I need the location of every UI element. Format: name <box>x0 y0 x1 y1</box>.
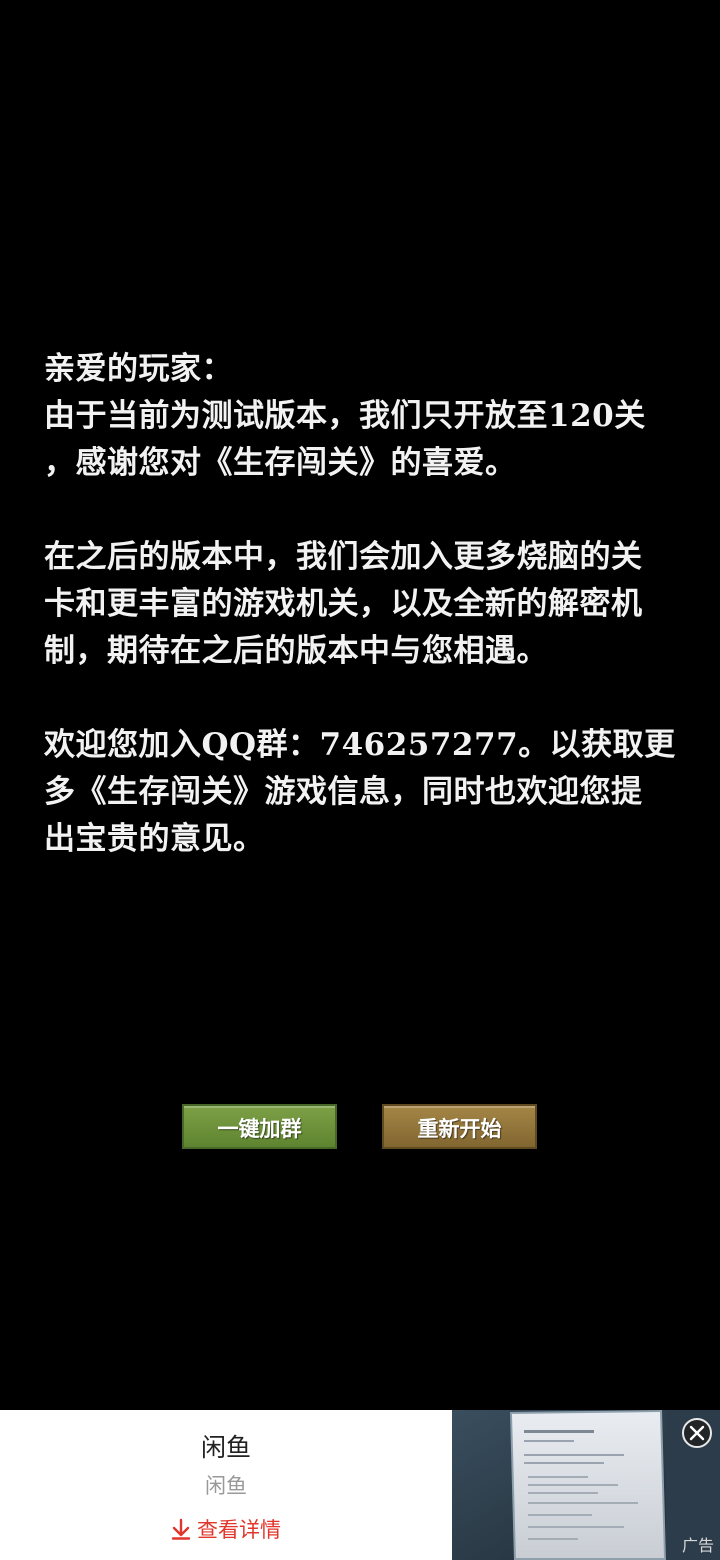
greeting: 亲爱的玩家： <box>44 351 233 387</box>
paragraph-qq-group: 欢迎您加入QQ群：746257277。以获取更 多《生存闯关》游戏信息，同时也欢… <box>44 722 684 863</box>
ad-subtitle: 闲鱼 <box>205 1474 247 1498</box>
ad-photo <box>452 1410 720 1560</box>
text-line: 制，期待在之后的版本中与您相遇。 <box>44 633 548 669</box>
game-screen: 亲爱的玩家： 由于当前为测试版本，我们只开放至120关 ，感谢您对《生存闯关》的… <box>0 0 720 1410</box>
join-group-button[interactable]: 一键加群 <box>182 1104 337 1149</box>
text-line: 欢迎您加入QQ群：746257277。以获取更 <box>44 727 676 763</box>
download-icon <box>171 1518 191 1545</box>
ad-image[interactable]: 广告 <box>452 1410 720 1560</box>
text-line: 出宝贵的意见。 <box>44 821 265 857</box>
restart-button[interactable]: 重新开始 <box>382 1104 537 1149</box>
ad-title: 闲鱼 <box>200 1433 251 1462</box>
ad-text-panel[interactable]: 闲鱼 闲鱼 查看详情 <box>0 1410 452 1560</box>
paragraph-future-versions: 在之后的版本中，我们会加入更多烧脑的关 卡和更丰富的游戏机关，以及全新的解密机 … <box>44 534 684 675</box>
ad-banner[interactable]: 闲鱼 闲鱼 查看详情 广告 <box>0 1410 720 1560</box>
ad-view-details-link[interactable]: 查看详情 <box>0 1514 452 1545</box>
notice-letter: 亲爱的玩家： 由于当前为测试版本，我们只开放至120关 ，感谢您对《生存闯关》的… <box>44 346 684 910</box>
text-line: 在之后的版本中，我们会加入更多烧脑的关 <box>44 539 643 575</box>
ad-cta-label: 查看详情 <box>197 1518 281 1542</box>
paragraph-test-version: 由于当前为测试版本，我们只开放至120关 ，感谢您对《生存闯关》的喜爱。 <box>44 393 684 487</box>
ad-label: 广告 <box>681 1536 714 1555</box>
text-line: 由于当前为测试版本，我们只开放至120关 <box>44 398 646 434</box>
text-line: 多《生存闯关》游戏信息，同时也欢迎您提 <box>44 774 643 810</box>
text-line: 卡和更丰富的游戏机关，以及全新的解密机 <box>44 586 643 622</box>
close-icon[interactable] <box>682 1418 712 1448</box>
text-line: ，感谢您对《生存闯关》的喜爱。 <box>44 445 517 481</box>
